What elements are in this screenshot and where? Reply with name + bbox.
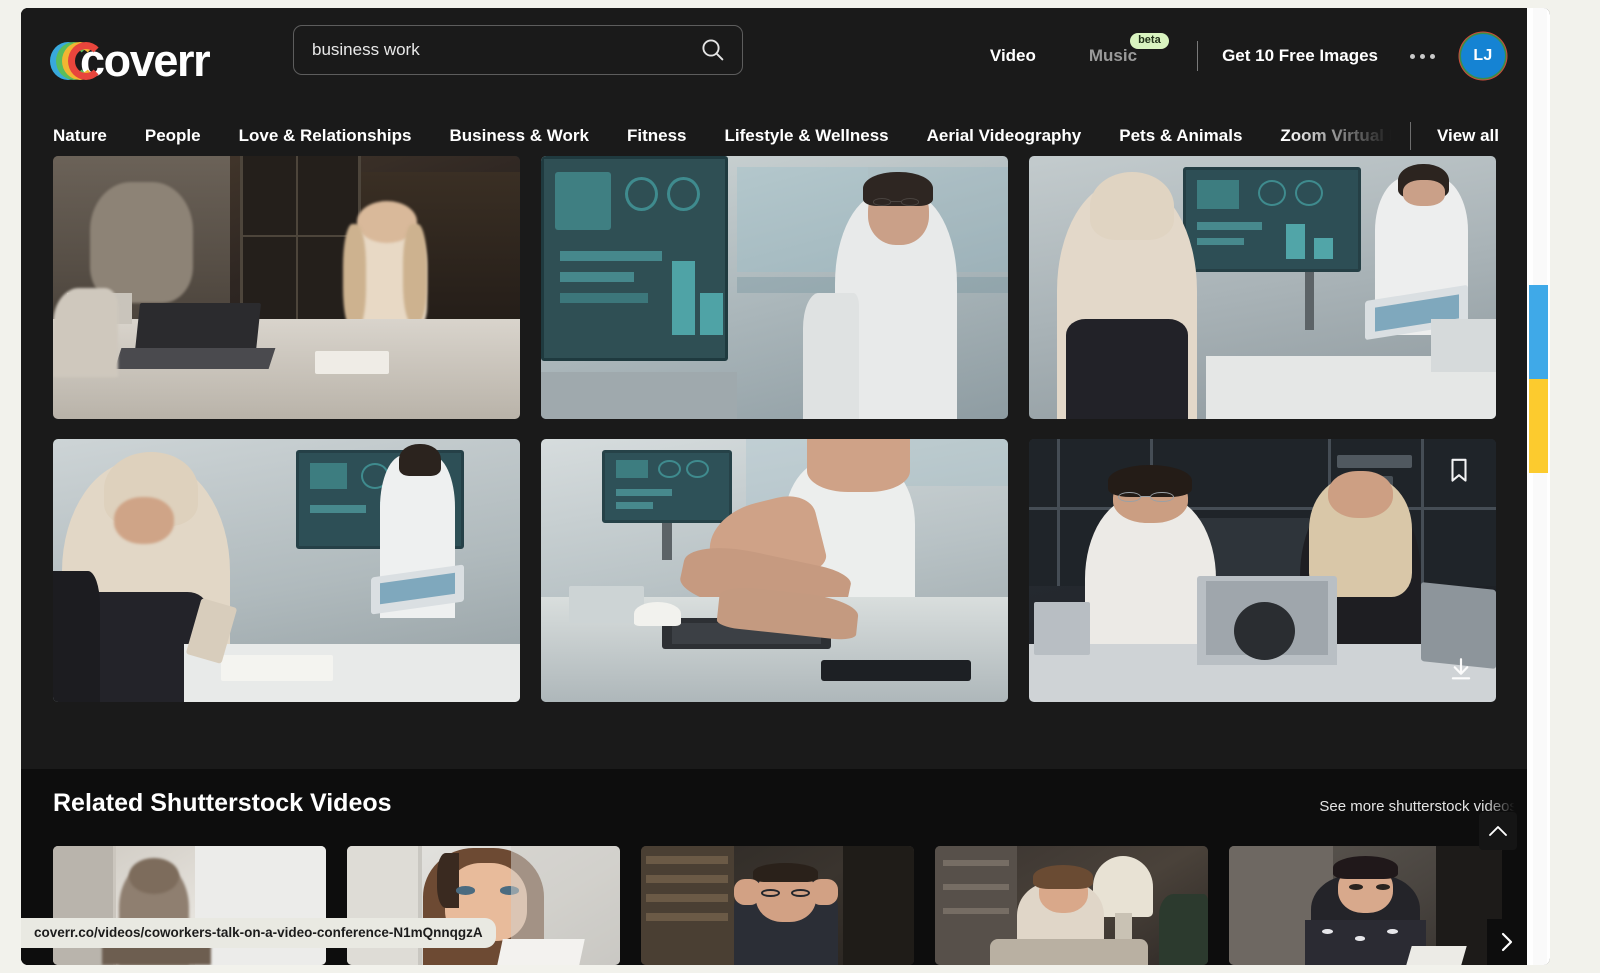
related-section-title: Related Shutterstock Videos (53, 789, 392, 818)
video-card[interactable] (53, 439, 520, 702)
search-submit-button[interactable] (700, 37, 726, 63)
category-divider (1410, 122, 1411, 150)
status-bar-url: coverr.co/videos/coworkers-talk-on-a-vid… (21, 918, 496, 948)
video-results-grid (53, 156, 1495, 702)
nav-video[interactable]: Video (990, 46, 1036, 66)
video-card[interactable] (541, 156, 1008, 419)
carousel-next-button[interactable] (1487, 919, 1527, 965)
video-card[interactable] (1029, 156, 1496, 419)
scrollbar-track[interactable] (1533, 8, 1547, 965)
avatar[interactable]: LJ (1461, 34, 1505, 78)
screenshot-viewport: coverr Video Music beta (0, 0, 1600, 973)
bookmark-icon[interactable] (1446, 457, 1472, 483)
video-card[interactable] (53, 156, 520, 419)
video-card[interactable] (1029, 439, 1496, 702)
header-divider (1197, 41, 1198, 71)
video-thumbnail (1029, 439, 1496, 702)
video-card[interactable] (541, 439, 1008, 702)
search-box[interactable] (293, 25, 743, 75)
category-view-all[interactable]: View all (1437, 126, 1527, 146)
coverr-rainbow-arcs-logo-icon (53, 40, 83, 82)
search-icon (700, 37, 726, 63)
video-thumbnail (53, 439, 520, 702)
related-card[interactable] (935, 846, 1208, 965)
related-card[interactable] (1229, 846, 1502, 965)
coverr-page: coverr Video Music beta (21, 8, 1527, 965)
ellipsis-icon[interactable] (1406, 48, 1439, 65)
site-header: coverr Video Music beta (21, 8, 1527, 108)
download-icon[interactable] (1448, 656, 1474, 682)
header-nav: Video Music beta Get 10 Free Images LJ (990, 30, 1505, 82)
browser-window: coverr Video Music beta (21, 8, 1550, 965)
related-card[interactable] (641, 846, 914, 965)
nav-music[interactable]: Music (1089, 46, 1137, 66)
coverr-logo[interactable]: coverr (53, 38, 209, 84)
search-input[interactable] (312, 40, 700, 60)
video-thumbnail (53, 156, 520, 419)
chevron-right-icon (1499, 930, 1515, 954)
video-thumbnail (541, 439, 1008, 702)
scroll-to-top-button[interactable] (1479, 812, 1517, 850)
chevron-up-icon (1487, 824, 1509, 838)
browser-scrollbar-rail (1527, 8, 1550, 965)
nav-music-wrapper: Music beta (1089, 46, 1137, 66)
video-thumbnail (1029, 156, 1496, 419)
beta-badge: beta (1130, 33, 1169, 49)
video-thumbnail (541, 156, 1008, 419)
ukraine-flag-ribbon-icon[interactable] (1529, 285, 1548, 473)
get-free-images-link[interactable]: Get 10 Free Images (1222, 46, 1378, 66)
